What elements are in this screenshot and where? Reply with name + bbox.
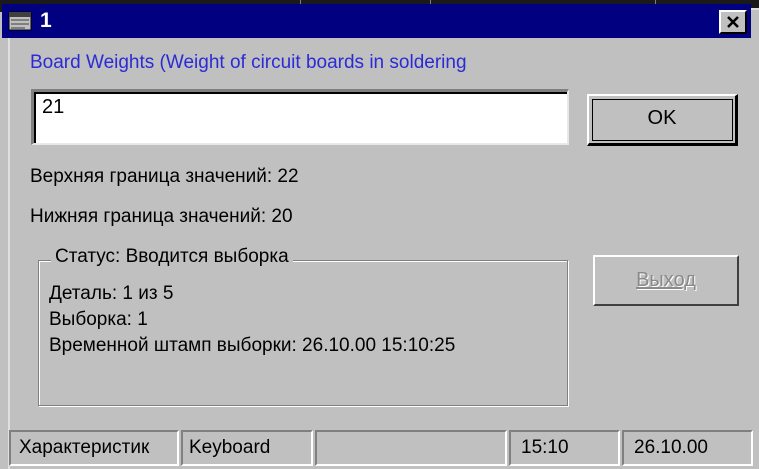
lower-limit-text: Нижняя граница значений: 20 bbox=[30, 206, 293, 227]
status-sample: Выборка: 1 bbox=[49, 309, 148, 330]
window-title: 1 bbox=[40, 9, 52, 32]
statusbar-panel-time: 15:10 bbox=[509, 430, 620, 466]
statusbar-panel-empty bbox=[315, 430, 507, 466]
exit-button[interactable]: Выход bbox=[593, 255, 739, 306]
title-bar[interactable]: 1 bbox=[2, 4, 751, 38]
status-bar: Характеристик Keyboard 15:10 26.10.00 bbox=[0, 430, 759, 469]
status-legend: Статус: Вводится выборка bbox=[51, 246, 293, 268]
close-button[interactable] bbox=[719, 10, 747, 34]
prompt-label: Board Weights (Weight of circuit boards … bbox=[30, 52, 467, 73]
app-window-icon bbox=[8, 10, 34, 32]
status-part: Деталь: 1 из 5 bbox=[49, 283, 174, 304]
status-group: Статус: Вводится выборка Деталь: 1 из 5 … bbox=[38, 246, 568, 406]
ok-button[interactable]: OK bbox=[587, 94, 738, 146]
statusbar-panel-date: 26.10.00 bbox=[622, 430, 753, 466]
upper-limit-text: Верхняя граница значений: 22 bbox=[30, 166, 299, 187]
value-input[interactable] bbox=[31, 89, 569, 145]
statusbar-panel-input-mode: Keyboard bbox=[181, 430, 313, 466]
status-timestamp: Временной штамп выборки: 26.10.00 15:10:… bbox=[49, 335, 456, 356]
statusbar-panel-characteristic: Характеристик bbox=[9, 430, 179, 466]
close-icon bbox=[727, 16, 739, 28]
